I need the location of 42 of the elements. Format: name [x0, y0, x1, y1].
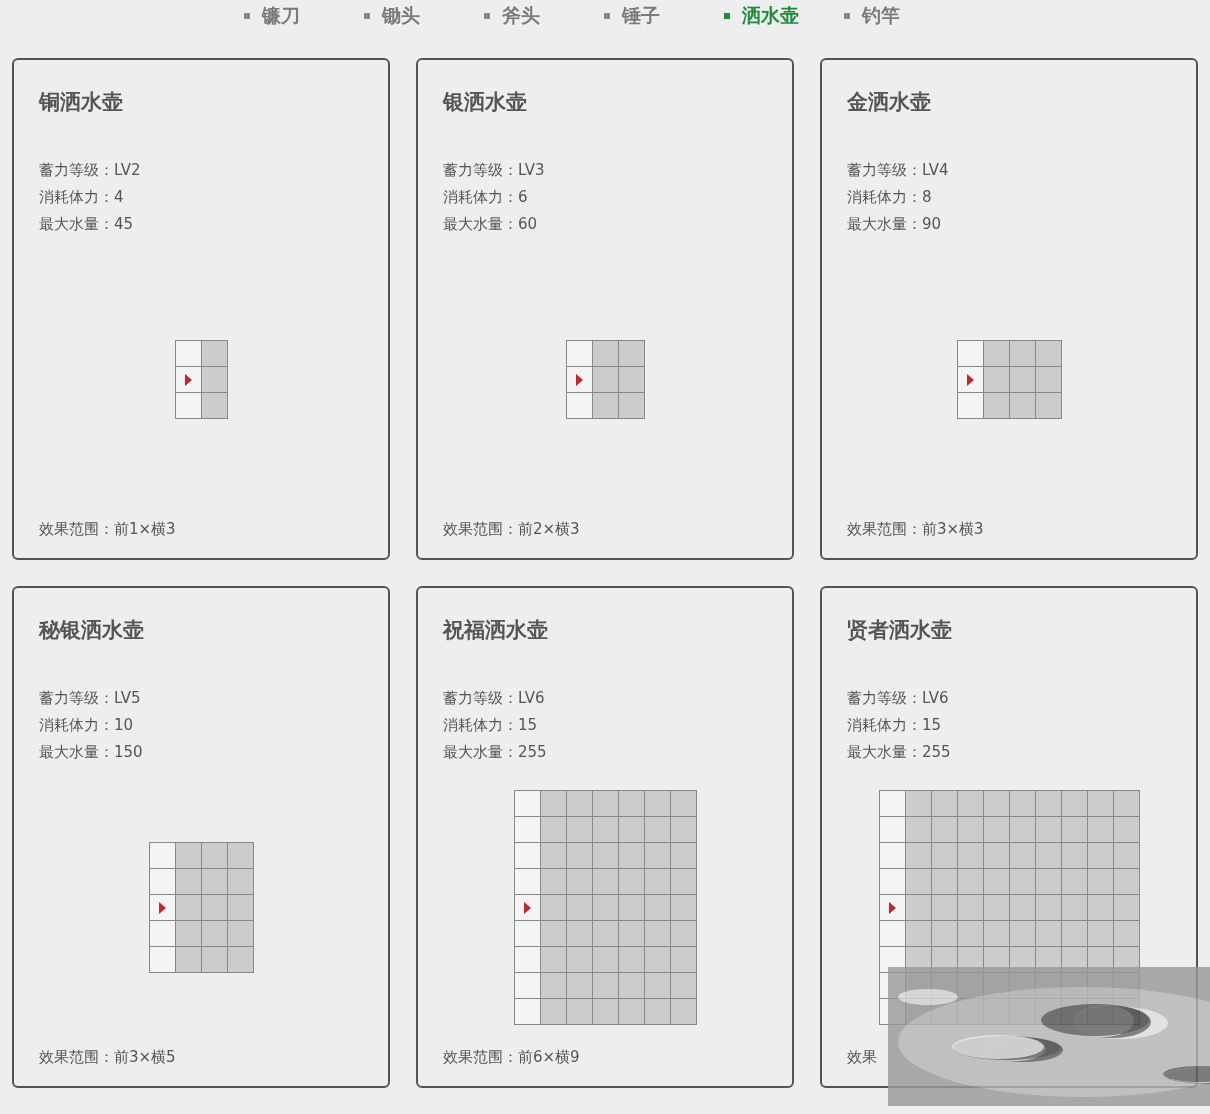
effect-text: 效果范围：前3×横5	[39, 1047, 176, 1067]
nav-label: 洒水壶	[742, 3, 799, 28]
nav-tab[interactable]: 斧头	[484, 3, 604, 29]
stat-text: 最大水量：150	[39, 742, 144, 763]
stat-text: 蓄力等级：LV2	[39, 160, 142, 181]
stat-text: 消耗体力：4	[39, 187, 125, 208]
stat-text: 消耗体力：6	[443, 187, 529, 208]
stat-text: 蓄力等级：LV6	[443, 688, 546, 709]
card-title: 金洒水壶	[847, 89, 932, 116]
stat-text: 最大水量：60	[443, 214, 539, 235]
card-title: 祝福洒水壶	[443, 617, 549, 644]
nav-tab[interactable]: 锤子	[604, 3, 724, 29]
stat-text: 蓄力等级：LV4	[847, 160, 950, 181]
nav-label: 锤子	[622, 3, 660, 28]
card-title: 银洒水壶	[443, 89, 528, 116]
nav-tab[interactable]: 锄头	[364, 3, 484, 29]
nav-label: 斧头	[502, 3, 540, 28]
stat-text: 消耗体力：8	[847, 187, 933, 208]
stat-text: 消耗体力：15	[443, 715, 539, 736]
nav-label: 镰刀	[262, 3, 300, 28]
stat-text: 最大水量：255	[847, 742, 952, 763]
stat-text: 最大水量：90	[847, 214, 943, 235]
card-title: 贤者洒水壶	[847, 617, 953, 644]
stat-text: 最大水量：255	[443, 742, 548, 763]
nav-label: 钓竿	[862, 3, 900, 28]
stat-text: 消耗体力：10	[39, 715, 135, 736]
nav-tab[interactable]: 镰刀	[244, 3, 364, 29]
nav-tab[interactable]: 洒水壶	[724, 3, 844, 29]
card-title: 秘银洒水壶	[39, 617, 145, 644]
effect-text: 效果范围：前3×横3	[847, 519, 984, 539]
stat-text: 蓄力等级：LV5	[39, 688, 142, 709]
stat-text: 蓄力等级：LV6	[847, 688, 950, 709]
effect-text: 效果范围：前6×横9	[443, 1047, 580, 1067]
stat-text: 蓄力等级：LV3	[443, 160, 546, 181]
effect-text: 效果	[847, 1047, 877, 1067]
card-title: 铜洒水壶	[39, 89, 124, 116]
nav-tab[interactable]: 钓竿	[844, 3, 964, 29]
nav-label: 锄头	[382, 3, 420, 28]
stat-text: 最大水量：45	[39, 214, 135, 235]
effect-text: 效果范围：前2×横3	[443, 519, 580, 539]
effect-text: 效果范围：前1×横3	[39, 519, 176, 539]
stat-text: 消耗体力：15	[847, 715, 943, 736]
